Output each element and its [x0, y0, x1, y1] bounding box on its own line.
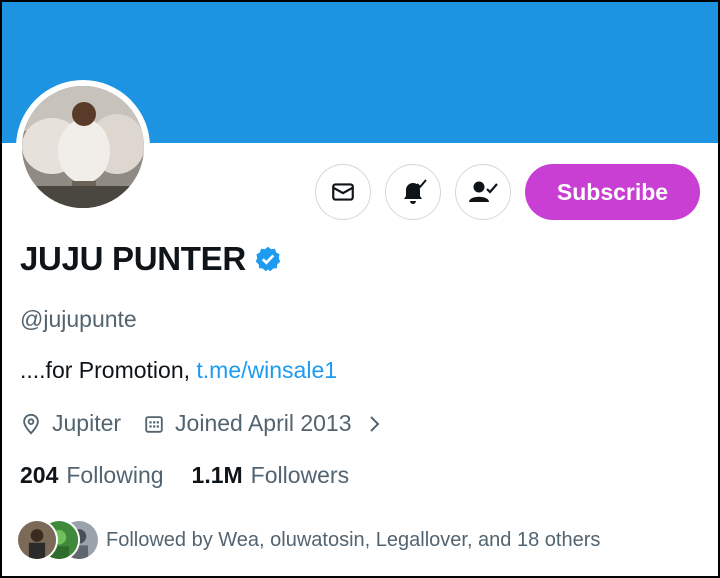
location-text: Jupiter: [52, 410, 122, 436]
profile-meta: Jupiter Joined April 2013: [20, 410, 384, 437]
joined-item[interactable]: Joined April 2013: [143, 410, 383, 437]
followers-label: Followers: [250, 462, 350, 488]
verified-badge-icon[interactable]: [254, 245, 282, 273]
bio-text: ....for Promotion,: [20, 357, 197, 383]
following-count: 204: [20, 462, 59, 488]
location-item: Jupiter: [20, 410, 121, 437]
bio-link[interactable]: t.me/winsale1: [196, 357, 337, 383]
frame-edge: [0, 0, 2, 578]
follow-stats: 204 Following 1.1M Followers: [20, 462, 349, 489]
notifications-button[interactable]: [385, 164, 441, 220]
profile-bio: ....for Promotion, t.me/winsale1: [20, 357, 337, 384]
following-label: Following: [66, 462, 164, 488]
avatar-image: [22, 86, 144, 208]
followed-by-text: Followed by Wea, oluwatosin, Legallover,…: [106, 528, 601, 551]
followers-you-know-avatars: [16, 519, 100, 561]
display-name: JUJU PUNTER: [20, 240, 246, 277]
following-button[interactable]: [455, 164, 511, 220]
chevron-right-icon: [366, 413, 384, 435]
avatar: [16, 519, 58, 561]
followers-count: 1.1M: [191, 462, 243, 488]
joined-text: Joined April 2013: [175, 410, 352, 436]
message-button[interactable]: [315, 164, 371, 220]
calendar-icon: [143, 413, 165, 435]
name-row: JUJU PUNTER: [20, 240, 282, 278]
subscribe-button[interactable]: Subscribe: [525, 164, 700, 220]
followers-stat[interactable]: 1.1M Followers: [192, 462, 350, 489]
person-check-icon: [467, 177, 499, 207]
followed-by-row[interactable]: Followed by Wea, oluwatosin, Legallover,…: [16, 519, 600, 561]
profile-avatar[interactable]: [16, 80, 150, 214]
location-pin-icon: [20, 413, 42, 435]
profile-handle: @jujupunte: [20, 306, 137, 332]
following-stat[interactable]: 204 Following: [20, 462, 164, 489]
bell-check-icon: [398, 177, 428, 207]
mail-icon: [330, 179, 356, 205]
